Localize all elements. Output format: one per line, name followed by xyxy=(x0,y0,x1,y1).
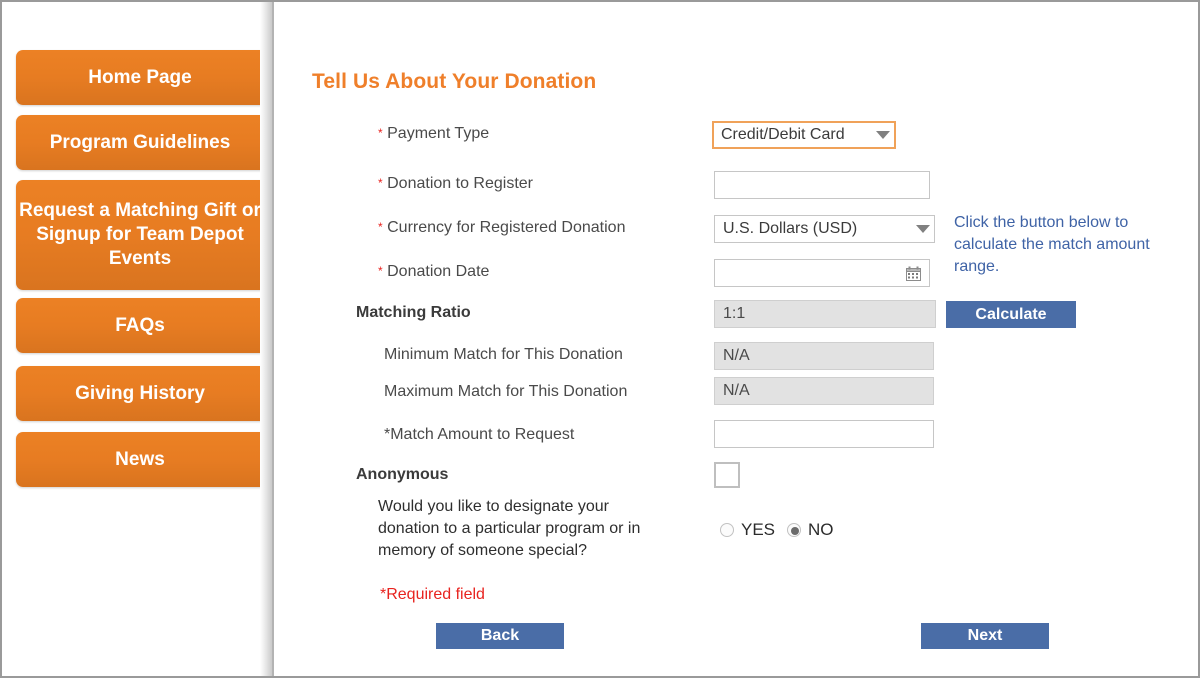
sidebar-item-program-guidelines[interactable]: Program Guidelines xyxy=(16,115,272,170)
label-text: Maximum Match for This Donation xyxy=(384,383,628,400)
calendar-icon[interactable] xyxy=(906,266,921,281)
label-matching-ratio: Matching Ratio xyxy=(356,304,471,322)
radio-yes-label[interactable]: YES xyxy=(741,520,775,540)
sidebar-item-label: Home Page xyxy=(88,66,192,88)
required-asterisk: * xyxy=(378,220,383,234)
label-text: Donation to Register xyxy=(387,175,533,192)
chevron-down-icon xyxy=(876,131,890,139)
sidebar-item-giving-history[interactable]: Giving History xyxy=(16,366,272,421)
label-text: *Match Amount to Request xyxy=(384,426,575,443)
label-payment-type: * Payment Type xyxy=(378,125,489,143)
anonymous-checkbox[interactable] xyxy=(714,462,740,488)
sidebar-item-faqs[interactable]: FAQs xyxy=(16,298,272,353)
label-donation-to-register: * Donation to Register xyxy=(378,175,533,193)
radio-no-label[interactable]: NO xyxy=(808,520,834,540)
radio-no[interactable] xyxy=(787,523,802,537)
minimum-match-value-field: N/A xyxy=(714,342,934,370)
matching-ratio-value: 1:1 xyxy=(723,305,746,322)
chevron-down-icon xyxy=(916,225,930,233)
currency-value: U.S. Dollars (USD) xyxy=(723,220,858,237)
label-text: Currency for Registered Donation xyxy=(387,219,626,236)
sidebar-item-label: News xyxy=(115,448,165,470)
label-text: Donation Date xyxy=(387,263,490,280)
payment-type-value: Credit/Debit Card xyxy=(721,126,845,143)
designate-radio-group: YES NO xyxy=(720,520,846,540)
sidebar-navigation: Home Page Program Guidelines Request a M… xyxy=(2,2,272,676)
required-asterisk: * xyxy=(378,126,383,140)
label-donation-date: * Donation Date xyxy=(378,263,489,281)
application-page: Home Page Program Guidelines Request a M… xyxy=(0,0,1200,678)
donation-to-register-input[interactable] xyxy=(714,171,930,199)
sidebar-item-label: Giving History xyxy=(75,382,205,404)
matching-ratio-value-field: 1:1 xyxy=(714,300,936,328)
sidebar-edge-shadow xyxy=(260,2,272,676)
label-text: Payment Type xyxy=(387,125,490,142)
payment-type-select[interactable]: Credit/Debit Card xyxy=(712,121,896,149)
calculate-hint-text: Click the button below to calculate the … xyxy=(954,214,1150,275)
required-field-note: *Required field xyxy=(380,586,485,603)
label-minimum-match: Minimum Match for This Donation xyxy=(384,346,623,364)
label-text: Minimum Match for This Donation xyxy=(384,346,623,363)
sidebar-item-label: Request a Matching Gift or Signup for Te… xyxy=(19,200,261,269)
sidebar-item-label: FAQs xyxy=(115,314,165,336)
next-button[interactable]: Next xyxy=(921,623,1049,649)
match-amount-input[interactable] xyxy=(714,420,934,448)
sidebar-item-label: Program Guidelines xyxy=(49,131,231,153)
label-currency: * Currency for Registered Donation xyxy=(378,219,625,237)
sidebar-item-home-page[interactable]: Home Page xyxy=(16,50,272,105)
required-asterisk: * xyxy=(378,176,383,190)
maximum-match-value-field: N/A xyxy=(714,377,934,405)
designate-question-text: Would you like to designate your donatio… xyxy=(378,498,641,559)
sidebar-item-news[interactable]: News xyxy=(16,432,272,487)
label-anonymous: Anonymous xyxy=(356,466,448,484)
currency-select[interactable]: U.S. Dollars (USD) xyxy=(714,215,935,243)
radio-yes[interactable] xyxy=(720,523,734,537)
page-title: Tell Us About Your Donation xyxy=(312,70,597,94)
minimum-match-value: N/A xyxy=(723,347,750,364)
label-match-amount-to-request: *Match Amount to Request xyxy=(384,426,574,444)
sidebar-item-request-matching-gift[interactable]: Request a Matching Gift or Signup for Te… xyxy=(16,180,272,290)
maximum-match-value: N/A xyxy=(723,382,750,399)
label-maximum-match: Maximum Match for This Donation xyxy=(384,383,627,401)
label-text: Matching Ratio xyxy=(356,304,471,321)
calculate-button[interactable]: Calculate xyxy=(946,301,1076,328)
required-asterisk: * xyxy=(378,264,383,278)
donation-date-input[interactable] xyxy=(714,259,930,287)
main-content: Tell Us About Your Donation * Payment Ty… xyxy=(274,2,1198,676)
back-button[interactable]: Back xyxy=(436,623,564,649)
label-text: Anonymous xyxy=(356,466,449,483)
